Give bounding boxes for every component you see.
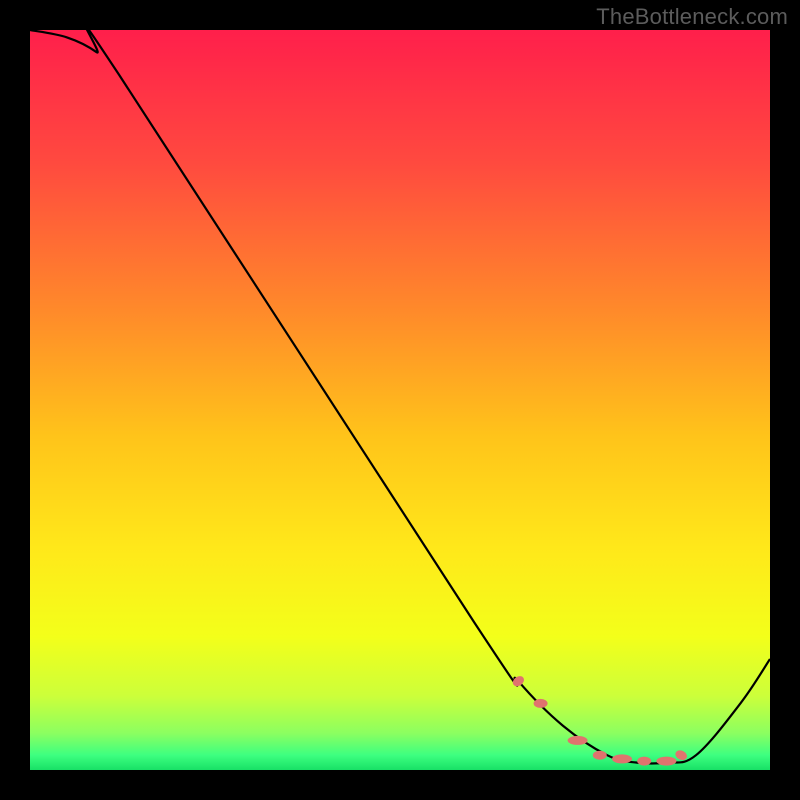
plot-area — [30, 30, 770, 770]
watermark-text: TheBottleneck.com — [596, 4, 788, 30]
marker-dot — [637, 757, 651, 766]
marker-dot — [534, 699, 548, 708]
marker-dot — [656, 757, 676, 766]
gradient-background — [30, 30, 770, 770]
marker-dot — [593, 751, 607, 760]
chart-frame: TheBottleneck.com — [0, 0, 800, 800]
bottleneck-chart — [30, 30, 770, 770]
marker-dot — [612, 754, 632, 763]
marker-dot — [568, 736, 588, 745]
